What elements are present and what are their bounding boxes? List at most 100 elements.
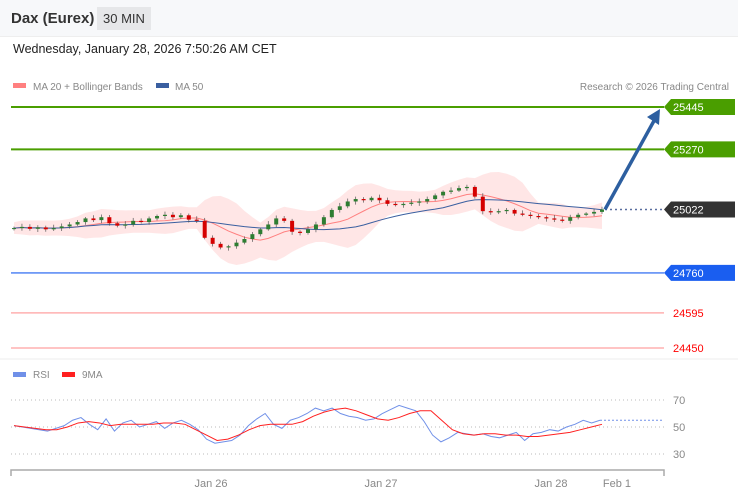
candle-body [385,200,390,204]
level-label: 25445 [673,102,704,114]
rsi-axis-label: 50 [673,422,685,434]
rsi-axis-label: 70 [673,395,685,407]
candle-body [313,224,318,230]
candle-body [464,186,469,189]
candle-body [266,224,271,230]
candle-body [353,199,358,202]
candle-body [568,217,573,221]
candle-body [512,209,517,214]
ma20-legend-swatch [13,83,26,88]
candle-body [218,243,223,248]
x-axis-label: Jan 28 [534,478,567,490]
copyright: Research © 2026 Trading Central [580,82,729,93]
candle-body [528,214,533,216]
candle-body [544,217,549,219]
rsi-ma-legend-swatch [62,372,75,377]
candle-body [441,191,446,196]
candle-body [552,218,557,220]
rsi-line [13,404,601,444]
candle-body [115,223,120,226]
candle-body [59,226,64,229]
candle-body [282,218,287,221]
candle-body [449,190,454,192]
candle-body [162,214,167,216]
level-label: 24760 [673,268,704,280]
candle-body [35,227,40,229]
x-axis [10,469,665,476]
level-label: 24595 [673,308,704,320]
candle-body [147,218,152,223]
rsi-legend-swatch [13,372,26,377]
candle-body [401,203,406,206]
candle-body [274,218,279,225]
candle-body [107,217,112,224]
level-label: 25022 [673,204,704,216]
candle-body [91,218,96,221]
candle-body [600,209,604,212]
candle-body [226,246,231,248]
candle-body [584,213,589,215]
candle-body [12,228,16,230]
ma50-legend: MA 50 [175,82,204,93]
candle-body [337,206,342,210]
ma20-legend: MA 20 + Bollinger Bands [33,82,143,93]
candle-body [472,186,477,197]
candle-body [504,209,509,212]
rsi-axis-label: 30 [673,449,685,461]
price-chart: MA 20 + Bollinger Bands MA 50 Research ©… [0,82,738,490]
candle-body [369,197,374,201]
candle-body [83,218,88,223]
candle-body [27,226,32,229]
candle-body [170,214,175,218]
candle-body [425,199,430,202]
ma50-legend-swatch [156,83,169,88]
rsi-legend: RSI [33,370,50,381]
x-axis-label: Feb 1 [603,478,631,490]
candle-body [75,222,80,225]
candle-body [51,228,56,230]
candle-body [43,227,48,230]
candle-body [258,229,263,235]
candle-body [433,195,438,200]
candle-body [194,219,199,221]
candle-body [409,202,414,204]
candle-body [242,239,247,243]
candle-body [361,199,366,201]
candle-body [520,213,525,215]
candle-body [234,242,239,247]
candle-body [298,231,303,233]
candle-body [592,211,597,214]
candle-body [345,201,350,207]
candle-body [377,197,382,201]
candle-body [576,214,581,218]
candle-body [99,217,104,221]
candle-body [329,209,334,218]
chart-widget: Dax (Eurex) 30 MIN Wednesday, January 28… [0,0,738,500]
candle-body [393,203,398,206]
rsi-ma-legend: 9MA [82,370,103,381]
candle-body [186,215,191,220]
candle-body [560,219,565,221]
candle-body [536,215,541,218]
candle-body [123,224,128,226]
candle-body [321,217,326,225]
candle-body [67,224,72,227]
candle-body [417,201,422,203]
x-axis-label: Jan 26 [194,478,227,490]
candle-body [488,211,493,213]
level-label: 24450 [673,343,704,355]
candle-body [456,188,461,191]
x-axis-label: Jan 27 [364,478,397,490]
candle-body [131,220,136,225]
candle-body [290,220,295,232]
candle-body [250,234,255,240]
candle-body [139,220,144,223]
candle-body [306,229,310,233]
candle-body [19,226,24,229]
candle-body [202,220,207,238]
candle-body [480,196,485,212]
candle-body [210,237,215,244]
forecast-arrow [603,118,657,211]
candle-body [178,215,183,218]
candle-body [496,211,501,213]
